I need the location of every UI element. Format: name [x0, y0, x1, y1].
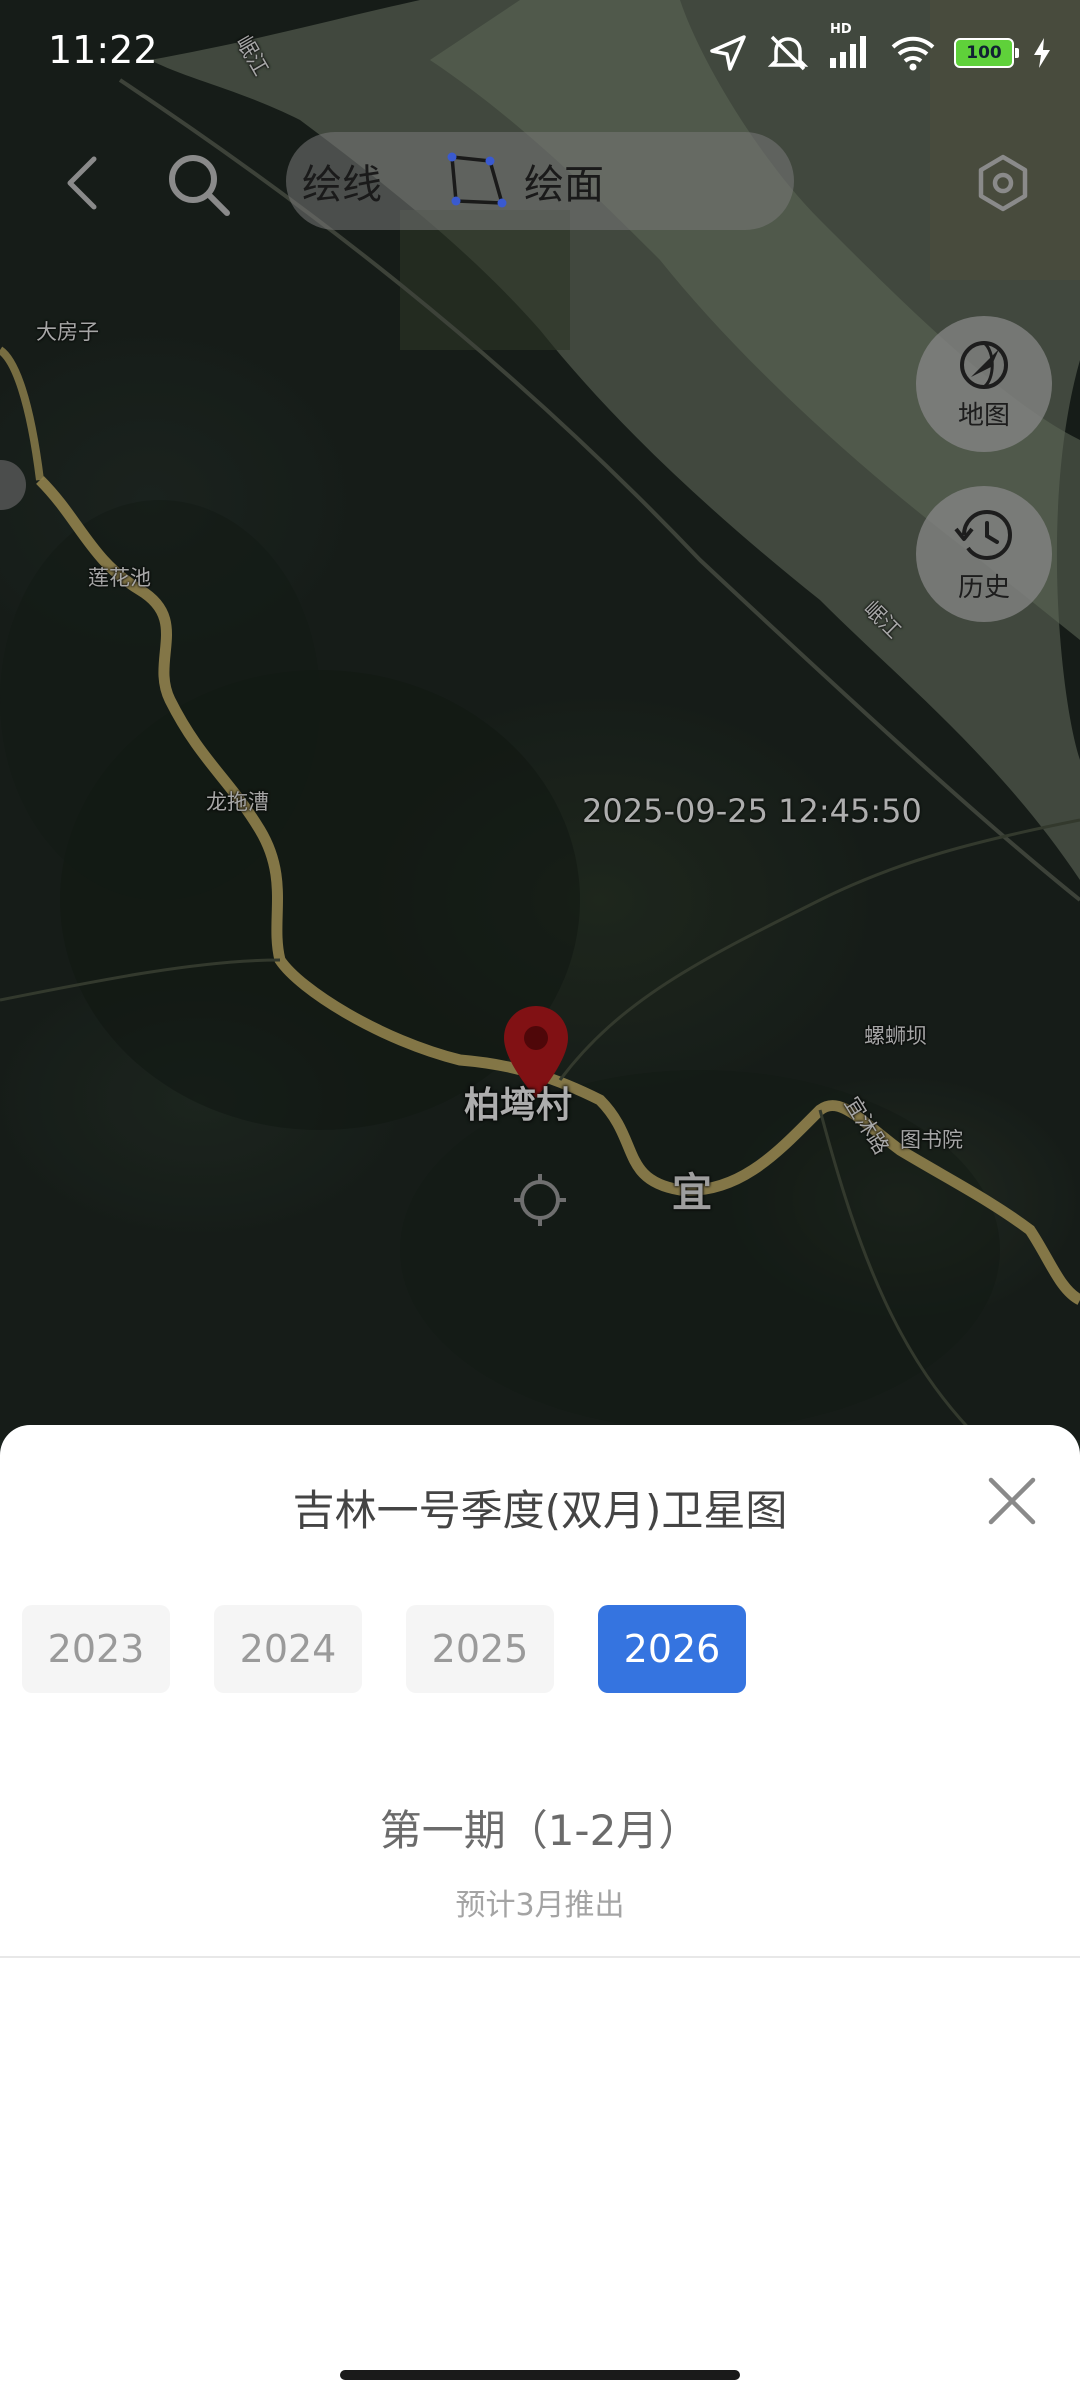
- period-title: 第一期（1-2月）: [379, 1806, 701, 1855]
- map-layer-button[interactable]: 地图: [916, 316, 1052, 452]
- search-button[interactable]: [160, 146, 236, 222]
- wifi-icon: [891, 36, 935, 71]
- home-indicator[interactable]: [340, 2370, 740, 2380]
- polygon-icon: [447, 152, 507, 208]
- map-layer-label: 地图: [957, 400, 1010, 431]
- battery-icon: 100: [954, 38, 1019, 68]
- status-time: 11:22: [48, 28, 158, 72]
- divider: [0, 1956, 1080, 1958]
- search-icon: [169, 155, 230, 216]
- hexagon-settings-icon: [978, 154, 1028, 212]
- back-button[interactable]: [54, 150, 108, 216]
- settings-button[interactable]: [970, 150, 1036, 216]
- mute-icon: [767, 35, 809, 71]
- year-tab-2024[interactable]: 2024: [214, 1605, 362, 1693]
- draw-area-button[interactable]: 绘面: [444, 151, 604, 211]
- history-label: 历史: [957, 572, 1010, 603]
- history-button[interactable]: 历史: [916, 486, 1052, 622]
- draw-line-button[interactable]: 绘线: [302, 152, 382, 210]
- year-tab-2025[interactable]: 2025: [406, 1605, 554, 1693]
- draw-area-label: 绘面: [524, 162, 604, 208]
- imagery-history-sheet: 吉林一号季度(双月)卫星图 2023 2024 2025 2026 第一期（1-…: [0, 1425, 1080, 2400]
- year-tab-2023[interactable]: 2023: [22, 1605, 170, 1693]
- charging-icon: [1034, 38, 1050, 68]
- period-note: 预计3月推出: [455, 1888, 625, 1923]
- location-arrow-icon: [710, 35, 746, 71]
- close-button[interactable]: [980, 1469, 1044, 1533]
- chevron-left-icon: [67, 156, 97, 210]
- year-tab-2026[interactable]: 2026: [598, 1605, 746, 1693]
- network-badge: HD: [830, 22, 852, 37]
- draw-tools-pill: 绘线 绘面: [286, 132, 794, 230]
- battery-level: 100: [966, 43, 1002, 63]
- status-icons: HD 100: [708, 22, 1052, 76]
- compass-map-icon: [960, 340, 1008, 389]
- draw-line-label: 绘线: [302, 162, 382, 208]
- signal-icon: HD: [828, 22, 872, 72]
- close-icon: [988, 1477, 1036, 1525]
- year-tabs: 2023 2024 2025 2026: [22, 1605, 746, 1693]
- sheet-title: 吉林一号季度(双月)卫星图: [292, 1486, 788, 1535]
- history-clock-icon: [954, 509, 1013, 560]
